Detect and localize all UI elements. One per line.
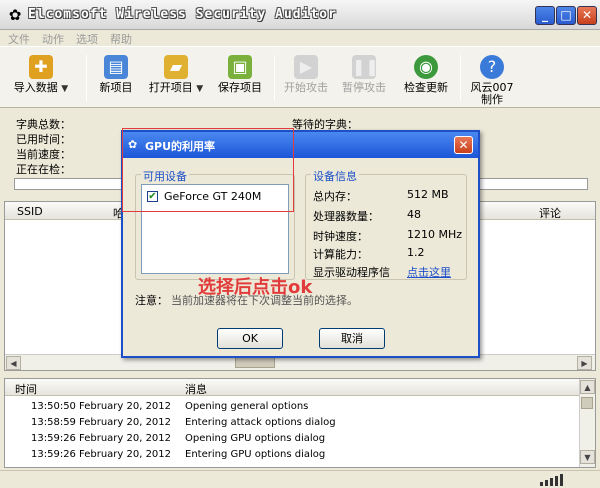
log-panel: 时间 消息 13:50:50 February 20, 2012 Opening… (4, 378, 596, 468)
play-icon: ▶ (294, 55, 318, 79)
start-attack-label: 开始攻击 (284, 81, 328, 94)
log-header: 时间 消息 (5, 379, 579, 396)
compute-label: 计算能力： (313, 248, 368, 261)
note-label: 注意： (135, 294, 168, 307)
log-row: 13:58:59 February 20, 2012 Entering atta… (5, 417, 579, 432)
log-date: February 20, 2012 (79, 401, 172, 412)
driver-info-link[interactable]: 点击这里 (407, 264, 451, 280)
save-project-label: 保存项目 (218, 81, 262, 94)
annotation-highlight-box (122, 128, 294, 212)
column-rating[interactable]: 评论 (539, 205, 561, 221)
pause-attack-label: 暂停攻击 (342, 81, 386, 94)
check-update-button[interactable]: ◉ 检查更新 (396, 53, 456, 105)
log-row: 13:50:50 February 20, 2012 Opening gener… (5, 401, 579, 416)
signal-icon (540, 474, 564, 486)
log-message: Entering GPU options dialog (185, 449, 326, 460)
log-time: 13:58:59 (31, 417, 76, 428)
check-update-label: 检查更新 (404, 81, 448, 94)
minimize-button[interactable]: _ (535, 6, 555, 25)
speed-label: 当前速度： (16, 148, 71, 161)
menu-help[interactable]: 帮助 (110, 31, 132, 47)
title-bar: ✿ Elcomsoft Wireless Security Auditor _ … (0, 0, 600, 30)
log-message: Opening general options (185, 401, 309, 412)
import-icon: ✚ (29, 55, 53, 79)
dict-total-label: 字典总数： (16, 118, 71, 131)
processing-label: 正在在检： (16, 163, 71, 176)
total-memory-value: 512 MB (407, 188, 449, 201)
compute-value: 1.2 (407, 246, 425, 259)
menu-action[interactable]: 动作 (42, 31, 64, 47)
scroll-up-icon[interactable]: ▲ (580, 380, 595, 394)
clock-label: 时钟速度： (313, 230, 368, 243)
pause-icon: ❚❚ (352, 55, 379, 79)
log-date: February 20, 2012 (79, 433, 172, 444)
new-project-button[interactable]: ▤ 新项目 (86, 53, 146, 105)
open-project-label: 打开项目 (148, 81, 193, 94)
new-project-label: 新项目 (99, 81, 133, 94)
column-ssid[interactable]: SSID (17, 205, 43, 218)
device-info-title: 设备信息 (311, 168, 359, 184)
app-icon: ✿ (8, 6, 22, 24)
annotation-text: 选择后点击ok (198, 277, 313, 298)
folder-icon: ▰ (164, 55, 188, 79)
processors-label: 处理器数量： (313, 210, 379, 223)
pause-attack-button[interactable]: ❚❚ 暂停攻击 (334, 53, 394, 105)
log-time: 13:50:50 (31, 401, 76, 412)
total-memory-label: 总内存： (313, 190, 357, 203)
menu-options[interactable]: 选项 (76, 31, 98, 47)
scroll-left-icon[interactable]: ◀ (6, 356, 21, 370)
scroll-thumb[interactable] (235, 357, 275, 368)
log-time: 13:59:26 (31, 449, 76, 460)
scroll-thumb[interactable] (581, 397, 593, 409)
scroll-right-icon[interactable]: ▶ (577, 356, 592, 370)
save-icon: ▣ (228, 55, 252, 79)
new-document-icon: ▤ (104, 55, 128, 79)
import-data-button[interactable]: ✚ 导入数据 ▼ (10, 53, 72, 105)
globe-icon: ◉ (414, 55, 438, 79)
log-row: 13:59:26 February 20, 2012 Entering GPU … (5, 449, 579, 464)
log-column-message[interactable]: 消息 (185, 381, 207, 397)
elapsed-label: 已用时间： (16, 133, 71, 146)
help-button[interactable]: ? 风云007 制作 (462, 53, 522, 106)
dropdown-arrow-icon: ▼ (61, 84, 69, 94)
log-date: February 20, 2012 (79, 449, 172, 460)
processors-value: 48 (407, 208, 421, 221)
log-date: February 20, 2012 (79, 417, 172, 428)
menu-bar: 文件 动作 选项 帮助 (0, 30, 600, 46)
log-row: 13:59:26 February 20, 2012 Opening GPU o… (5, 433, 579, 448)
open-project-button[interactable]: ▰ 打开项目 ▼ (140, 53, 212, 105)
close-button[interactable]: ✕ (577, 6, 597, 25)
toolbar: ✚ 导入数据 ▼ ▤ 新项目 ▰ 打开项目 ▼ ▣ 保存项目 ▶ 开始攻击 ❚❚… (0, 46, 600, 108)
log-message: Entering attack options dialog (185, 417, 336, 428)
help-icon: ? (480, 55, 504, 79)
log-column-time[interactable]: 时间 (15, 381, 37, 397)
menu-file[interactable]: 文件 (8, 31, 30, 47)
ok-button[interactable]: OK (217, 328, 283, 349)
clock-value: 1210 MHz (407, 228, 463, 241)
dialog-close-button[interactable]: ✕ (454, 136, 473, 154)
scroll-down-icon[interactable]: ▼ (580, 450, 595, 464)
cancel-button[interactable]: 取消 (319, 328, 385, 349)
dropdown-arrow-icon: ▼ (196, 84, 204, 94)
log-message: Opening GPU options dialog (185, 433, 326, 444)
log-time: 13:59:26 (31, 433, 76, 444)
save-project-button[interactable]: ▣ 保存项目 (210, 53, 270, 105)
start-attack-button[interactable]: ▶ 开始攻击 (276, 53, 336, 105)
maximize-button[interactable]: □ (556, 6, 576, 25)
import-label: 导入数据 (13, 81, 58, 94)
status-bar (0, 470, 600, 488)
toolbar-separator (460, 55, 461, 101)
vertical-scrollbar[interactable]: ▲ ▼ (579, 379, 595, 467)
window-title: Elcomsoft Wireless Security Auditor (28, 7, 337, 22)
toolbar-separator (274, 55, 275, 101)
author-label-2: 制作 (481, 93, 503, 106)
driver-label: 显示驱动程序信 (313, 266, 390, 279)
